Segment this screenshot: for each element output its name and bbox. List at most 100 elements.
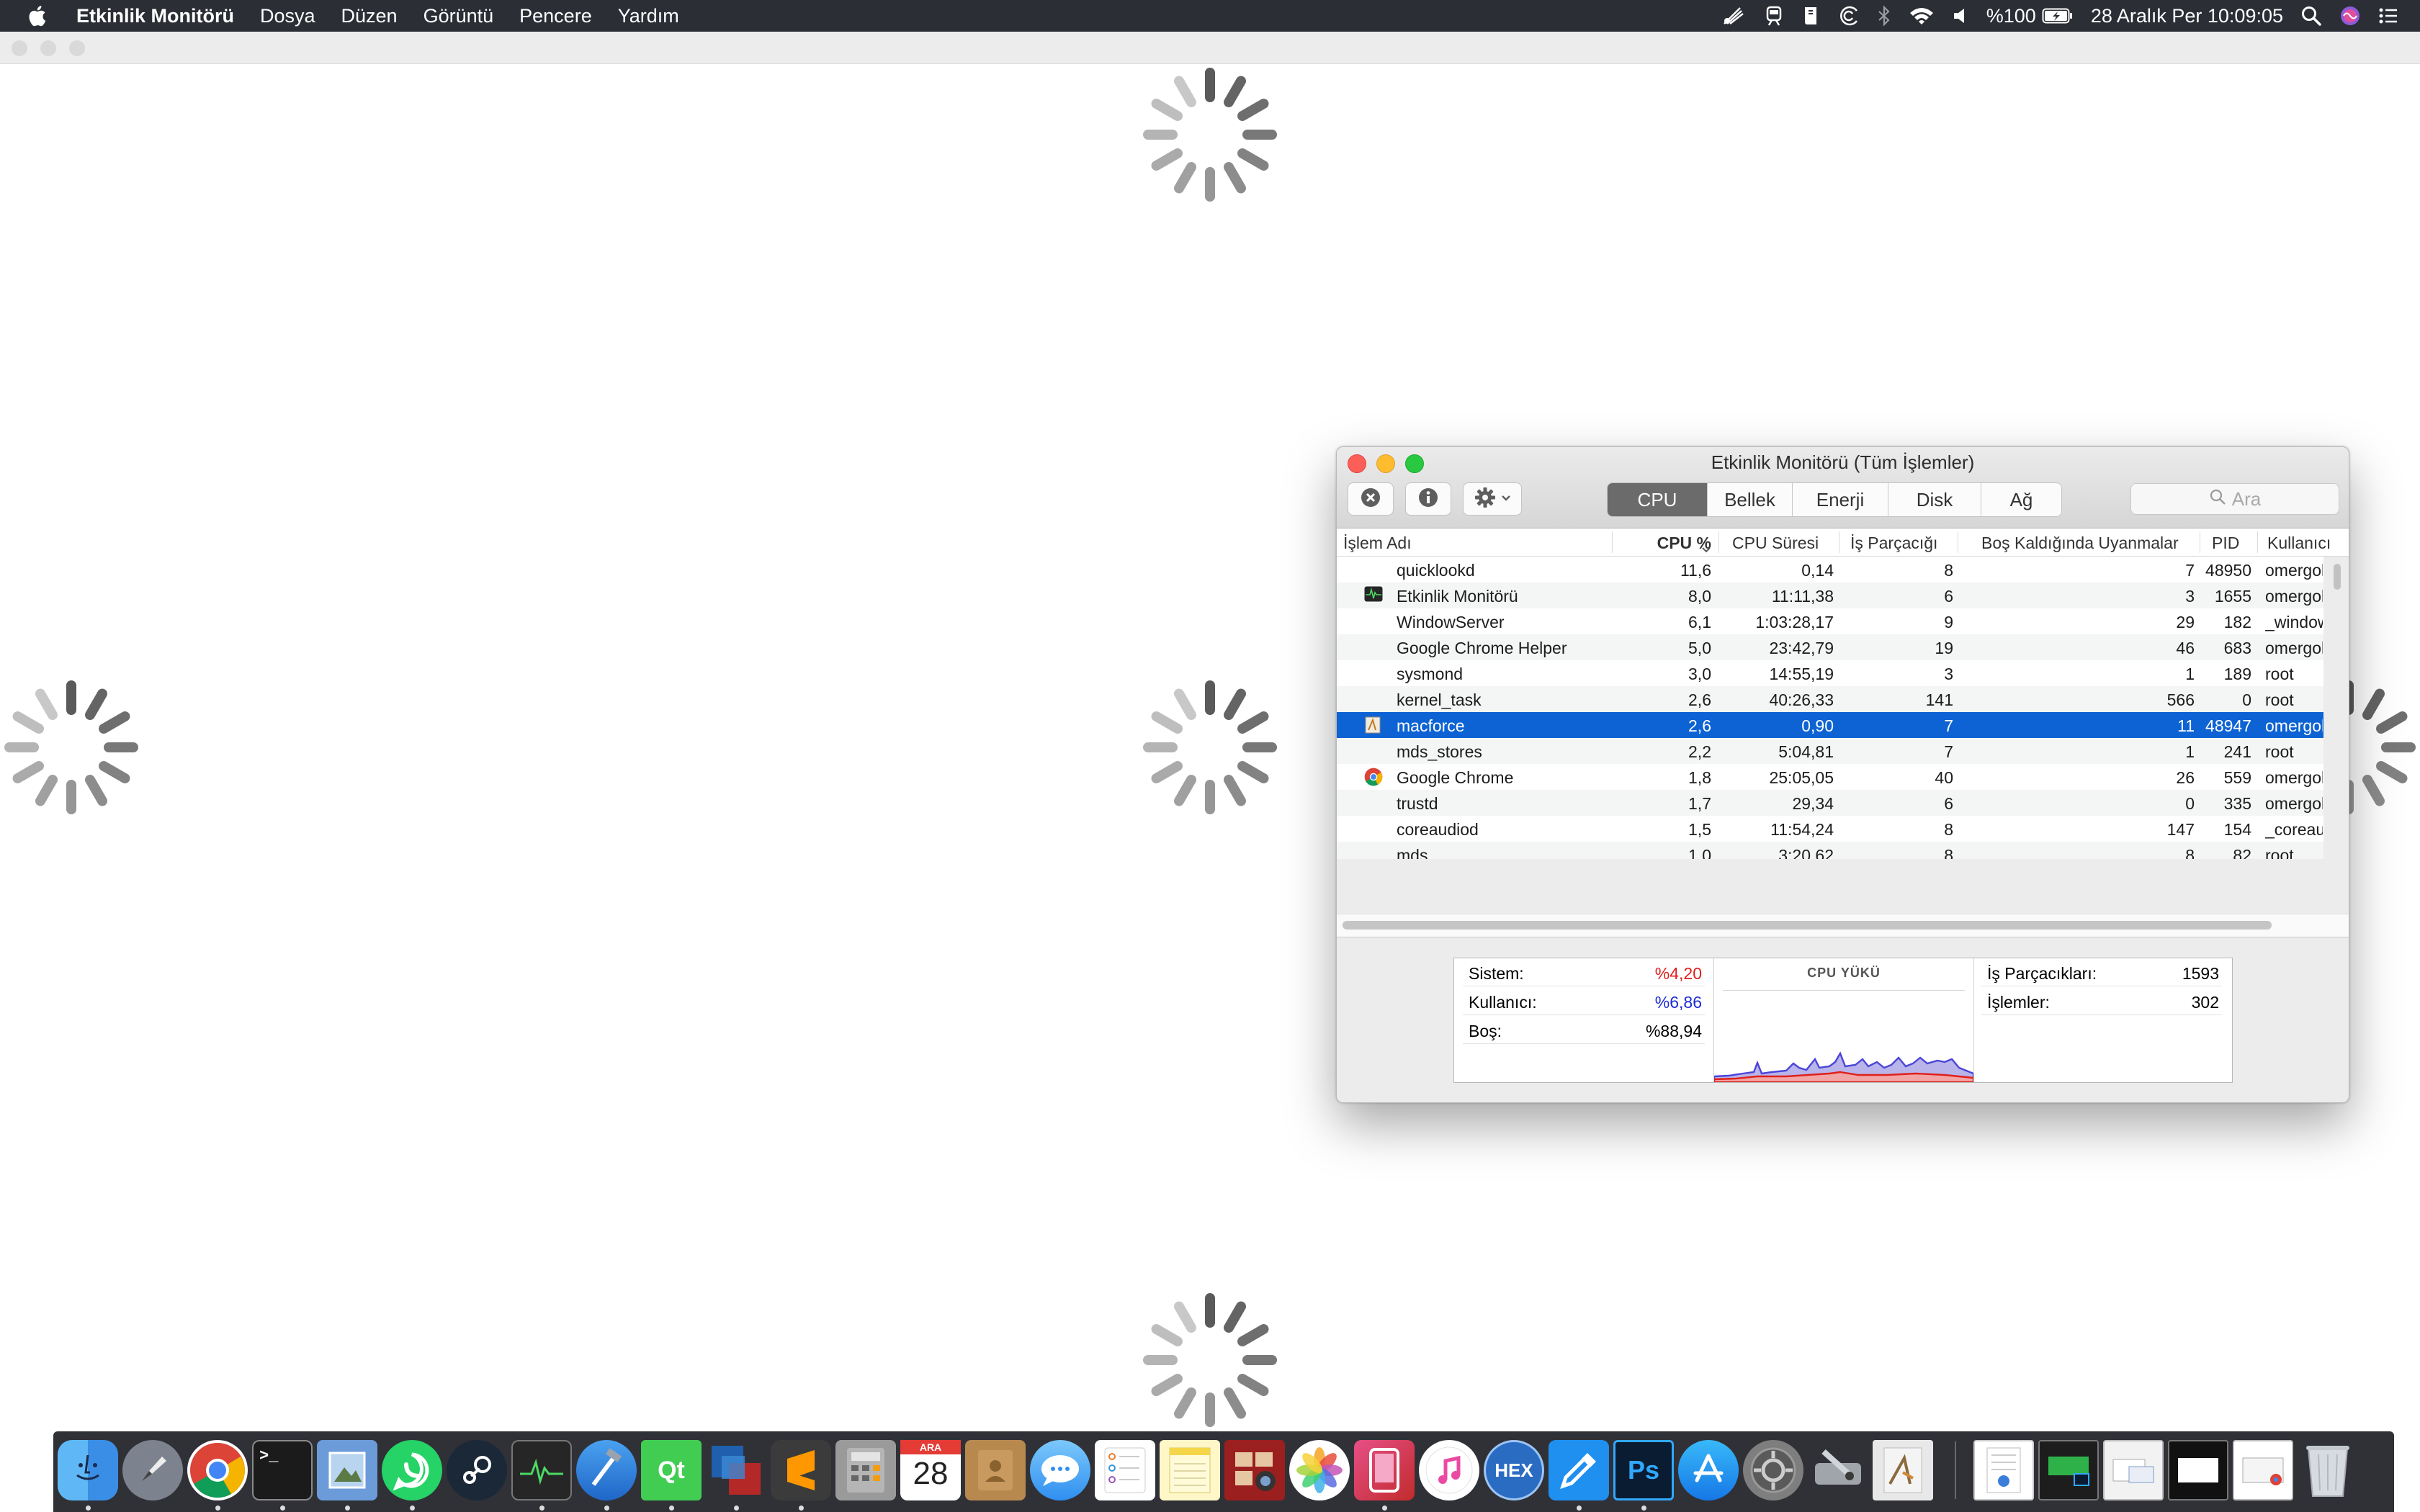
column-threads[interactable]: İş Parçacığı bbox=[1850, 534, 1937, 553]
siri-icon[interactable] bbox=[2339, 5, 2361, 27]
table-row[interactable]: sysmond 3,0 14:55,19 3 1 189 root bbox=[1337, 660, 2323, 686]
steam-icon[interactable] bbox=[447, 1440, 507, 1500]
column-pid[interactable]: PID bbox=[2212, 534, 2239, 553]
table-row[interactable]: mds_stores 2,2 5:04,81 7 1 241 root bbox=[1337, 738, 2323, 764]
menu-app-name[interactable]: Etkinlik Monitörü bbox=[76, 5, 234, 27]
cell-cpu-percent: 1,5 bbox=[1688, 820, 1711, 839]
photos-icon[interactable] bbox=[1289, 1440, 1350, 1500]
table-row[interactable]: Google Chrome 1,8 25:05,05 40 26 559 omergok bbox=[1337, 764, 2323, 790]
vertical-scrollbar[interactable] bbox=[2334, 564, 2341, 590]
table-row[interactable]: quicklookd 11,6 0,14 8 7 48950 omergok bbox=[1337, 557, 2323, 582]
sublime-text-icon[interactable] bbox=[771, 1440, 831, 1500]
calculator-icon[interactable] bbox=[835, 1440, 896, 1500]
table-row[interactable]: Etkinlik Monitörü 8,0 11:11,38 6 3 1655 omergo… bbox=[1337, 582, 2323, 608]
activity-monitor-icon[interactable] bbox=[511, 1440, 572, 1500]
menu-window[interactable]: Pencere bbox=[519, 5, 592, 27]
horizontal-scrollbar[interactable] bbox=[1343, 921, 2272, 930]
table-row[interactable]: kernel_task 2,6 40:26,33 141 566 0 root bbox=[1337, 686, 2323, 712]
tab-energy[interactable]: Enerji bbox=[1793, 483, 1888, 516]
column-process-name[interactable]: İşlem Adı bbox=[1343, 534, 1412, 553]
apple-icon[interactable] bbox=[27, 0, 63, 32]
search-input[interactable]: Ara bbox=[2130, 483, 2339, 515]
table-row[interactable]: mds 1,0 3:20,62 8 8 82 root bbox=[1337, 842, 2323, 859]
virtualbox-icon[interactable] bbox=[706, 1440, 766, 1500]
tab-memory[interactable]: Bellek bbox=[1708, 483, 1793, 516]
datetime[interactable]: 28 Aralık Per 10:09:05 bbox=[2091, 5, 2283, 27]
wifi-icon[interactable] bbox=[1909, 6, 1935, 26]
itunes-icon[interactable] bbox=[1419, 1440, 1479, 1500]
tab-disk[interactable]: Disk bbox=[1888, 483, 1981, 516]
minimized-window-4-icon[interactable] bbox=[2233, 1440, 2293, 1500]
cpu-monitor-icon[interactable] bbox=[1838, 5, 1860, 27]
search-icon[interactable] bbox=[2300, 5, 2322, 27]
cell-user: root bbox=[2265, 742, 2294, 761]
volume-icon[interactable] bbox=[1952, 6, 1969, 26]
tab-network[interactable]: Ağ bbox=[1981, 483, 2061, 516]
column-cpu-time[interactable]: CPU Süresi bbox=[1732, 534, 1819, 553]
table-row[interactable]: WindowServer 6,1 1:03:28,17 9 29 182 _window bbox=[1337, 608, 2323, 634]
whatsapp-icon[interactable] bbox=[382, 1440, 442, 1500]
column-idle-wakeups[interactable]: Boş Kaldığında Uyanmalar bbox=[1981, 534, 2179, 553]
menu-file[interactable]: Dosya bbox=[260, 5, 315, 27]
reminders-icon[interactable] bbox=[1095, 1440, 1155, 1500]
idle-label: Boş: bbox=[1469, 1022, 1502, 1040]
column-user[interactable]: Kullanıcı bbox=[2267, 534, 2331, 553]
menu-view[interactable]: Görüntü bbox=[424, 5, 494, 27]
cell-user: omergok bbox=[2265, 794, 2323, 813]
color-picker-icon[interactable] bbox=[1549, 1440, 1609, 1500]
spinner-segment bbox=[66, 680, 76, 715]
menu-help[interactable]: Yardım bbox=[618, 5, 679, 27]
qt-creator-icon[interactable]: Qt bbox=[641, 1440, 702, 1500]
messages-icon[interactable] bbox=[1030, 1440, 1090, 1500]
spinner-segment bbox=[66, 780, 76, 814]
preview-icon[interactable] bbox=[317, 1440, 377, 1500]
app-store-icon[interactable] bbox=[1678, 1440, 1739, 1500]
document-icon[interactable] bbox=[1973, 1440, 2034, 1500]
photo-booth-icon[interactable] bbox=[1224, 1440, 1285, 1500]
terminal-icon[interactable]: >_ bbox=[252, 1440, 313, 1500]
airplay-icon[interactable] bbox=[1721, 5, 1746, 27]
calendar-icon[interactable]: ARA 28 bbox=[900, 1440, 961, 1500]
tab-cpu[interactable]: CPU bbox=[1608, 483, 1708, 516]
cell-thread-count: 7 bbox=[1944, 742, 1953, 761]
minimized-window-3-icon[interactable] bbox=[2168, 1440, 2228, 1500]
window-title: Etkinlik Monitörü (Tüm İşlemler) bbox=[1711, 451, 1975, 473]
hex-fiend-icon[interactable]: HEX bbox=[1484, 1440, 1544, 1500]
notification-center-icon[interactable] bbox=[2378, 6, 2398, 25]
train-icon[interactable] bbox=[1763, 5, 1785, 27]
table-row[interactable]: macforce 2,6 0,90 7 11 48947 omergok bbox=[1337, 712, 2323, 738]
cell-thread-count: 8 bbox=[1944, 846, 1953, 859]
idle-value: %88,94 bbox=[1645, 1022, 1702, 1040]
table-row[interactable]: trustd 1,7 29,34 6 0 335 omergok bbox=[1337, 790, 2323, 816]
background-close-button[interactable] bbox=[12, 40, 27, 56]
system-preferences-icon[interactable] bbox=[1743, 1440, 1803, 1500]
finder-icon[interactable] bbox=[58, 1440, 118, 1500]
book-icon[interactable] bbox=[1802, 5, 1821, 27]
stop-process-button[interactable] bbox=[1348, 482, 1394, 516]
photoshop-icon[interactable]: Ps bbox=[1613, 1440, 1674, 1500]
chrome-icon[interactable] bbox=[187, 1440, 248, 1500]
spinner-segment bbox=[1172, 686, 1198, 722]
notes-icon[interactable] bbox=[1160, 1440, 1220, 1500]
action-menu-button[interactable] bbox=[1463, 482, 1522, 516]
xcode-icon[interactable] bbox=[576, 1440, 637, 1500]
trash-icon[interactable] bbox=[2298, 1440, 2358, 1500]
spinner-segment bbox=[1205, 780, 1215, 814]
table-row[interactable]: coreaudiod 1,5 11:54,24 8 147 154 _coreauc bbox=[1337, 816, 2323, 842]
background-minimize-button[interactable] bbox=[40, 40, 56, 56]
battery-icon[interactable] bbox=[2042, 7, 2074, 24]
menu-edit[interactable]: Düzen bbox=[341, 5, 398, 27]
minimized-window-1-icon[interactable] bbox=[2038, 1440, 2099, 1500]
contacts-icon[interactable] bbox=[965, 1440, 1026, 1500]
background-zoom-button[interactable] bbox=[69, 40, 85, 56]
minimized-window-2-icon[interactable] bbox=[2103, 1440, 2164, 1500]
cell-idle-wakeups: 0 bbox=[2185, 794, 2195, 813]
reflector-icon[interactable] bbox=[1354, 1440, 1415, 1500]
disk-utility-icon[interactable] bbox=[1808, 1440, 1868, 1500]
launchpad-icon[interactable] bbox=[122, 1440, 183, 1500]
script-editor-icon[interactable] bbox=[1873, 1440, 1933, 1500]
table-row[interactable]: Google Chrome Helper 5,0 23:42,79 19 46 683 om… bbox=[1337, 634, 2323, 660]
info-button[interactable] bbox=[1405, 482, 1451, 516]
spinner-segment bbox=[1222, 73, 1248, 109]
bluetooth-icon[interactable] bbox=[1877, 5, 1891, 27]
